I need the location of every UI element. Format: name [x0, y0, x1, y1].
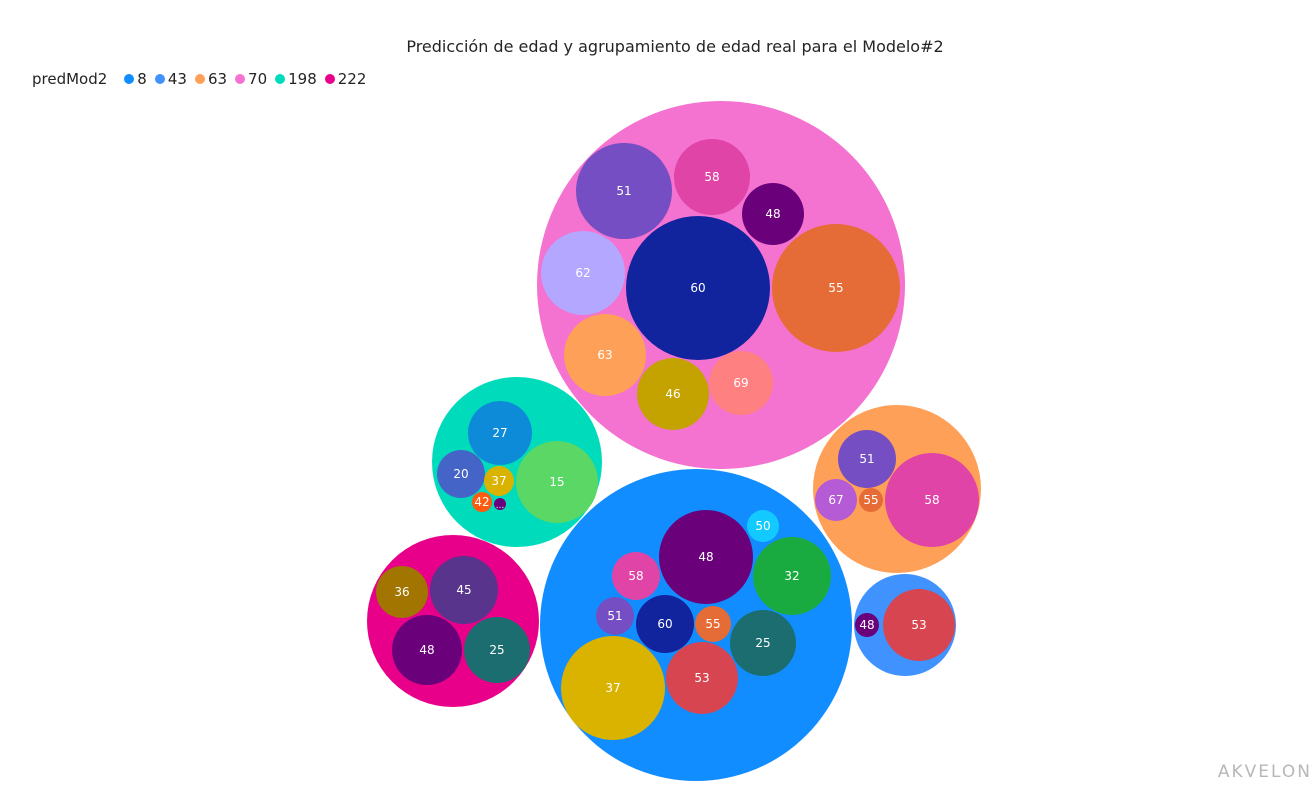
bubble-label: 63 [597, 348, 612, 362]
bubble-label: 51 [859, 452, 874, 466]
bubble-group-222: 36 45 48 25 [367, 535, 539, 707]
brand-logo: AKVELON [1217, 762, 1312, 782]
bubble-label: 58 [924, 493, 939, 507]
bubble-label: 27 [492, 426, 507, 440]
bubble-label: 25 [489, 643, 504, 657]
bubble-label: 48 [859, 618, 874, 632]
bubble-label: 60 [690, 281, 705, 295]
bubble-label: 69 [733, 376, 748, 390]
bubble-label: ... [496, 501, 505, 511]
bubble-label: 20 [453, 467, 468, 481]
bubble-label: 53 [911, 618, 926, 632]
bubble-label: 32 [784, 569, 799, 583]
bubble-label: 58 [704, 170, 719, 184]
bubble-label: 55 [828, 281, 843, 295]
bubble-label: 48 [698, 550, 713, 564]
bubble-group-8: 48 50 32 58 51 60 55 25 37 53 [540, 469, 852, 781]
bubble-label: 55 [705, 617, 720, 631]
bubble-label: 51 [616, 184, 631, 198]
bubble-label: 55 [863, 493, 878, 507]
bubble-label: 42 [474, 495, 489, 509]
bubble-label: 67 [828, 493, 843, 507]
bubble-label: 48 [419, 643, 434, 657]
bubble-group-198: 27 20 37 15 42... [432, 377, 602, 547]
bubble-label: 36 [394, 585, 409, 599]
bubble-label: 37 [605, 681, 620, 695]
bubble-label: 62 [575, 266, 590, 280]
bubble-label: 51 [607, 609, 622, 623]
bubble-label: 53 [694, 671, 709, 685]
bubble-group-43: 48 53 [854, 574, 956, 676]
bubble-label: 46 [665, 387, 680, 401]
bubble-group-70: 51 58 48 62 60 55 63 46 69 [537, 101, 905, 469]
bubble-chart: 48 50 32 58 51 60 55 25 37 53 48 53 51 67 55 58 51 58 48 62… [367, 101, 981, 781]
bubble-label: 50 [755, 519, 770, 533]
bubble-label: 48 [765, 207, 780, 221]
bubble-label: 45 [456, 583, 471, 597]
bubble-label: 37 [491, 474, 506, 488]
bubble-label: 58 [628, 569, 643, 583]
bubble-group-63: 51 67 55 58 [813, 405, 981, 573]
bubble-label: 15 [549, 475, 564, 489]
bubble-label: 60 [657, 617, 672, 631]
bubble-label: 25 [755, 636, 770, 650]
